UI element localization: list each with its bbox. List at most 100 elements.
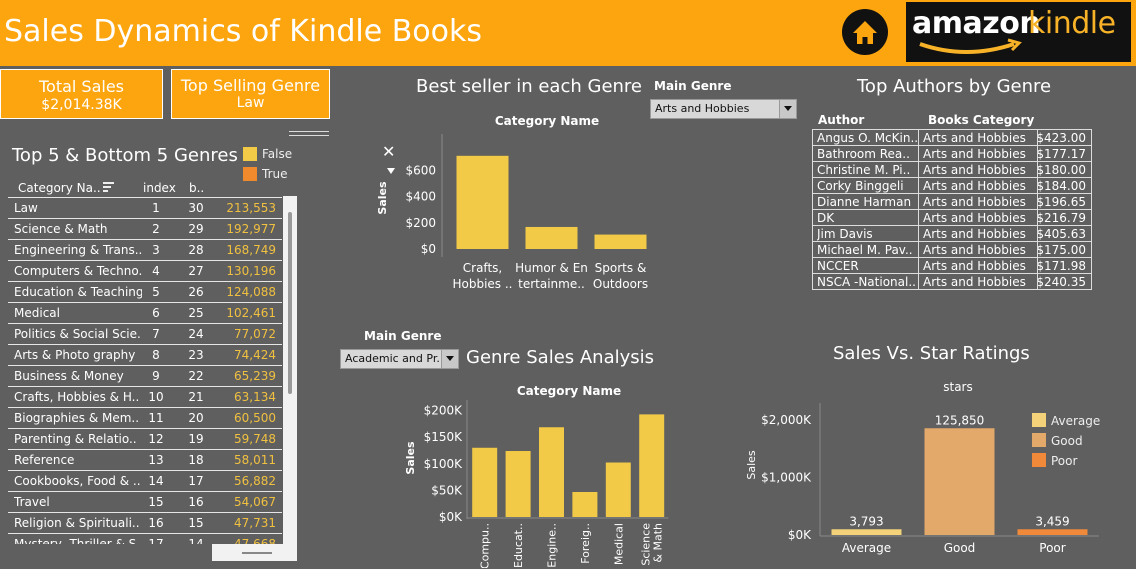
column-header-b[interactable]: b.. [189,181,204,195]
column-header-books-category[interactable]: Books Category [928,113,1034,127]
row-category: Politics & Social Scie.. [14,327,142,341]
y-tick-label: $0 [421,242,436,256]
genre-analysis-title: Genre Sales Analysis [466,347,655,368]
column-header-author[interactable]: Author [818,113,864,127]
row-books-category: Arts and Hobbies [923,211,1026,225]
x-tick-label: Sports & [595,261,647,275]
legend-swatch-false [243,147,257,161]
kpi-total-sales-value: $2,014.38K [41,97,122,113]
row-books-category: Arts and Hobbies [923,275,1026,289]
table-row[interactable]: Education & Teaching 5 26 124,088 [8,282,282,303]
horizontal-scrollbar[interactable] [212,544,297,561]
table-row[interactable]: Science & Math 2 29 192,977 [8,219,282,240]
column-header-index[interactable]: index [143,181,176,195]
table-row[interactable]: Bathroom Rea.. Arts and Hobbies $177.17 [812,146,1092,162]
table-row[interactable]: Religion & Spirituali.. 16 15 47,731 [8,513,282,534]
table-row[interactable]: Computers & Techno.. 4 27 130,196 [8,261,282,282]
table-row[interactable]: Jim Davis Arts and Hobbies $405.63 [812,226,1092,242]
table-row[interactable]: Arts & Photo graphy 8 23 74,424 [8,345,282,366]
x-tick-label: Medical [612,523,625,565]
legend-label: Poor [1051,454,1077,468]
legend-label-false[interactable]: False [262,147,292,161]
row-sales: 56,882 [234,474,276,488]
legend-label: Good [1051,434,1083,448]
table-scrollbar[interactable] [283,196,297,544]
table-row[interactable]: Law 1 30 213,553 [8,198,282,219]
x-tick-label: Outdoors [593,277,648,291]
y-axis-label: Sales [745,450,758,480]
table-row[interactable]: Medical 6 25 102,461 [8,303,282,324]
best-seller-genre-dropdown[interactable]: Arts and Hobbies [650,99,797,119]
row-sales: $175.00 [1036,243,1086,257]
table-row[interactable]: Corky Binggeli Arts and Hobbies $184.00 [812,178,1092,194]
bar [594,234,647,249]
x-tick-label: & Math [652,523,665,563]
row-index: 2 [152,222,160,236]
row-index: 10 [148,390,164,404]
table-row[interactable]: Business & Money 9 22 65,239 [8,366,282,387]
row-books-category: Arts and Hobbies [923,147,1026,161]
row-sales: 192,977 [226,222,276,236]
table-row[interactable]: Travel 15 16 54,067 [8,492,282,513]
row-b: 24 [188,327,204,341]
y-tick-label: $150K [424,430,464,444]
chevron-down-icon[interactable] [441,350,458,368]
row-sales: 63,134 [234,390,276,404]
table-row[interactable]: NSCA -National.. Arts and Hobbies $240.35 [812,274,1092,290]
row-b: 14 [188,537,204,544]
row-sales: $240.35 [1036,275,1086,289]
table-row[interactable]: Engineering & Trans.. 3 28 168,749 [8,240,282,261]
dropdown-value: Arts and Hobbies [655,102,750,115]
top-bottom-title: Top 5 & Bottom 5 Genres [12,145,238,166]
row-category: Education & Teaching [14,285,142,299]
row-b: 15 [188,516,204,530]
row-category: Reference [14,453,75,467]
top-authors-title: Top Authors by Genre [857,76,1052,97]
table-row[interactable]: Crafts, Hobbies & H.. 10 21 63,134 [8,387,282,408]
row-sales: $423.00 [1036,131,1086,145]
bar [1017,529,1088,535]
table-row[interactable]: DK Arts and Hobbies $216.79 [812,210,1092,226]
scrollbar-thumb[interactable] [288,212,292,394]
row-index: 5 [152,285,160,299]
sort-icon [387,168,395,174]
dropdown-value: Academic and Pr.. [345,352,444,365]
legend-label-true[interactable]: True [262,167,288,181]
row-index: 8 [152,348,160,362]
bar [605,462,631,517]
chevron-down-icon[interactable] [779,100,796,118]
table-row[interactable]: NCCER Arts and Hobbies $171.98 [812,258,1092,274]
row-index: 9 [152,369,160,383]
row-sales: 59,748 [234,432,276,446]
row-b: 25 [188,306,204,320]
row-b: 27 [188,264,204,278]
table-row[interactable]: Mystery, Thriller & S.. 17 14 47,668 [8,534,282,544]
kpi-top-genre-label: Top Selling Genre [180,76,321,95]
genre-analysis-dropdown[interactable]: Academic and Pr.. [340,349,459,369]
scrollbar-thumb[interactable] [242,552,272,554]
y-tick-label: $600 [405,163,436,177]
best-seller-filter-label: Main Genre [654,79,732,93]
row-category: Crafts, Hobbies & H.. [14,390,140,404]
table-row[interactable]: Michael M. Pav.. Arts and Hobbies $175.00 [812,242,1092,258]
table-row[interactable]: Cookbooks, Food & .. 14 17 56,882 [8,471,282,492]
row-category: Law [14,201,38,215]
table-row[interactable]: Dianne Harman Arts and Hobbies $196.65 [812,194,1092,210]
table-row[interactable]: Angus O. McKin.. Arts and Hobbies $423.00 [812,130,1092,146]
row-b: 17 [188,474,204,488]
table-row[interactable]: Biographies & Mem.. 11 20 60,500 [8,408,282,429]
sort-icon[interactable] [103,181,115,193]
kpi-total-sales-label: Total Sales [38,77,125,96]
table-row[interactable]: Parenting & Relatio.. 12 19 59,748 [8,429,282,450]
genre-analysis-filter-label: Main Genre [364,329,442,343]
home-button[interactable] [842,9,888,55]
bar [831,529,902,535]
row-author: Bathroom Rea.. [817,147,910,161]
column-header-category[interactable]: Category Na.. [18,181,101,195]
row-index: 15 [148,495,164,509]
table-row[interactable]: Christine M. Pi.. Arts and Hobbies $180.00 [812,162,1092,178]
y-axis-label: Sales [376,181,389,215]
bar [639,414,665,517]
table-row[interactable]: Reference 13 18 58,011 [8,450,282,471]
table-row[interactable]: Politics & Social Scie.. 7 24 77,072 [8,324,282,345]
